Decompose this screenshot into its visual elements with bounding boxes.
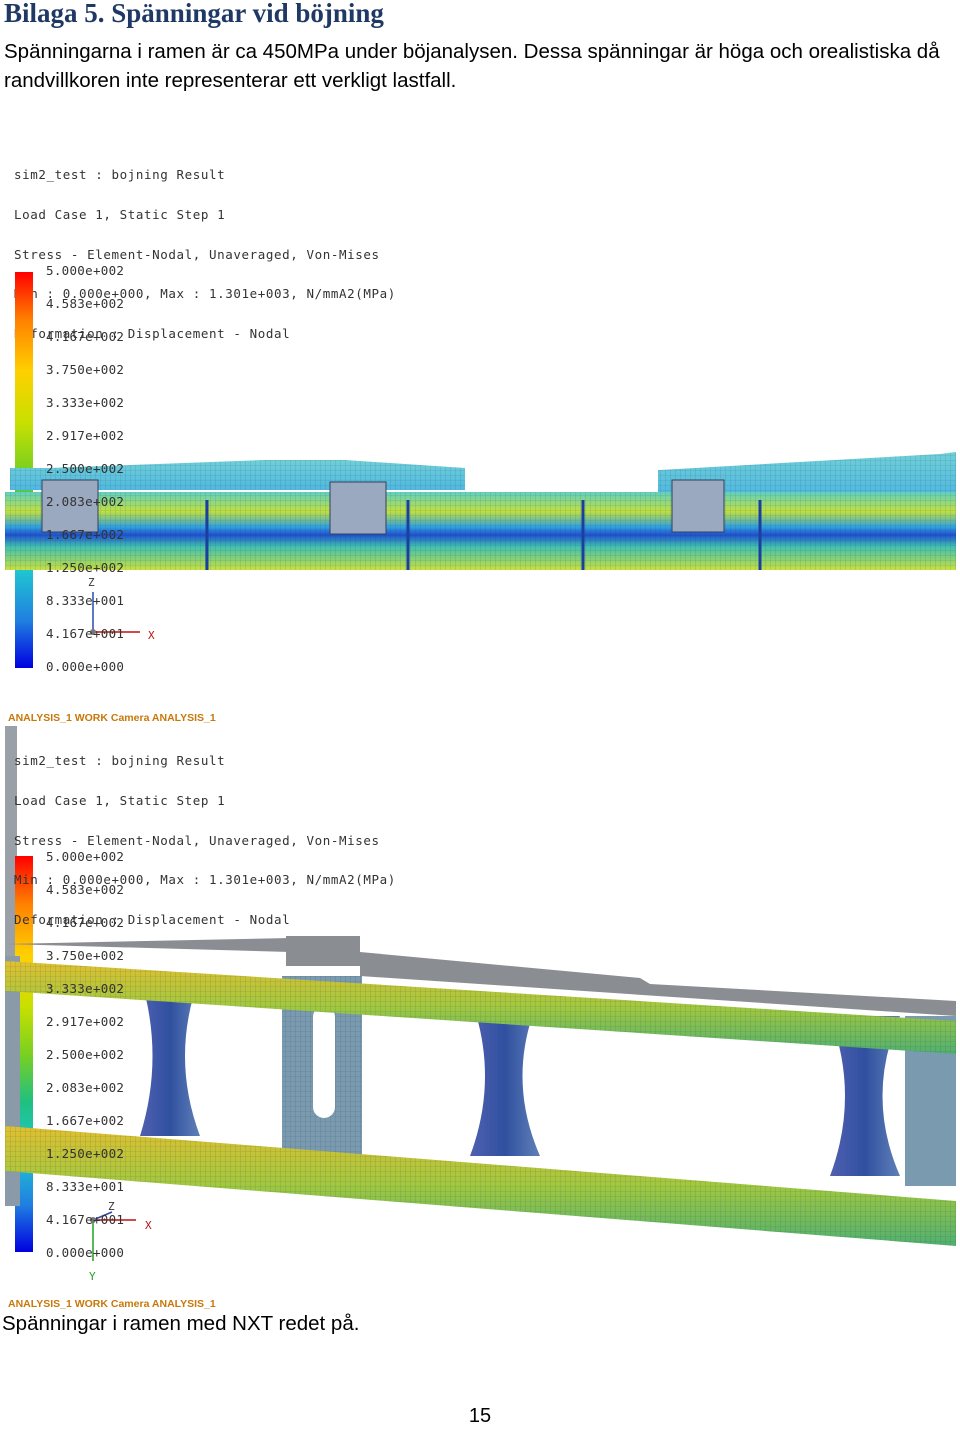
axis-y-label: Y: [89, 1270, 96, 1283]
legend-value: 2.500e+002: [46, 461, 125, 476]
legend-value: 5.000e+002: [46, 263, 125, 278]
legend-value: 0.000e+000: [46, 1245, 125, 1260]
legend-value: 3.333e+002: [46, 981, 125, 996]
axis-x-label: X: [148, 629, 155, 642]
figure-caption: Spänningar i ramen med NXT redet på.: [2, 1312, 360, 1335]
page-heading: Bilaga 5. Spänningar vid böjning: [4, 0, 384, 28]
fem-side-view: [5, 272, 956, 668]
legend-value: 4.583e+002: [46, 882, 125, 897]
legend-value: 1.250e+002: [46, 1146, 125, 1161]
legend-value: 3.750e+002: [46, 948, 125, 963]
fem-figure-2: sim2_test : bojning Result Load Case 1, …: [0, 716, 960, 1296]
legend-value: 4.167e+002: [46, 915, 125, 930]
legend-value: 2.083e+002: [46, 1080, 125, 1095]
legend-value: 5.000e+002: [46, 849, 125, 864]
result-line: sim2_test : bojning Result: [14, 753, 226, 769]
legend-value: 8.333e+001: [46, 1179, 125, 1194]
legend-value: 1.667e+002: [46, 1113, 125, 1128]
intro-paragraph: Spänningarna i ramen är ca 450MPa under …: [4, 40, 940, 92]
page-number: 15: [468, 1405, 492, 1427]
legend-value: 2.500e+002: [46, 1047, 125, 1062]
legend-value: 1.667e+002: [46, 527, 125, 542]
legend-value: 3.333e+002: [46, 395, 125, 410]
legend-value: 2.083e+002: [46, 494, 125, 509]
legend-value: 1.250e+002: [46, 560, 125, 575]
fem-figure-1: sim2_test : bojning Result Load Case 1, …: [0, 130, 960, 674]
camera-label-bottom: ANALYSIS_1 WORK Camera ANALYSIS_1: [8, 1298, 216, 1310]
legend-value: 4.167e+001: [46, 1212, 125, 1227]
axis-z-label: Z: [88, 576, 95, 589]
axis-x-label: X: [145, 1219, 152, 1232]
legend-value: 3.750e+002: [46, 362, 125, 377]
result-line: Load Case 1, Static Step 1: [14, 793, 226, 809]
legend-value: 2.917e+002: [46, 428, 125, 443]
legend-value: 4.583e+002: [46, 296, 125, 311]
result-line: Stress - Element-Nodal, Unaveraged, Von-…: [14, 832, 380, 848]
legend-value: 8.333e+001: [46, 593, 125, 608]
legend-value: 2.917e+002: [46, 1014, 125, 1029]
legend-value: 4.167e+002: [46, 329, 125, 344]
legend-value: 4.167e+001: [46, 626, 125, 641]
legend-value: 0.000e+000: [46, 659, 125, 674]
